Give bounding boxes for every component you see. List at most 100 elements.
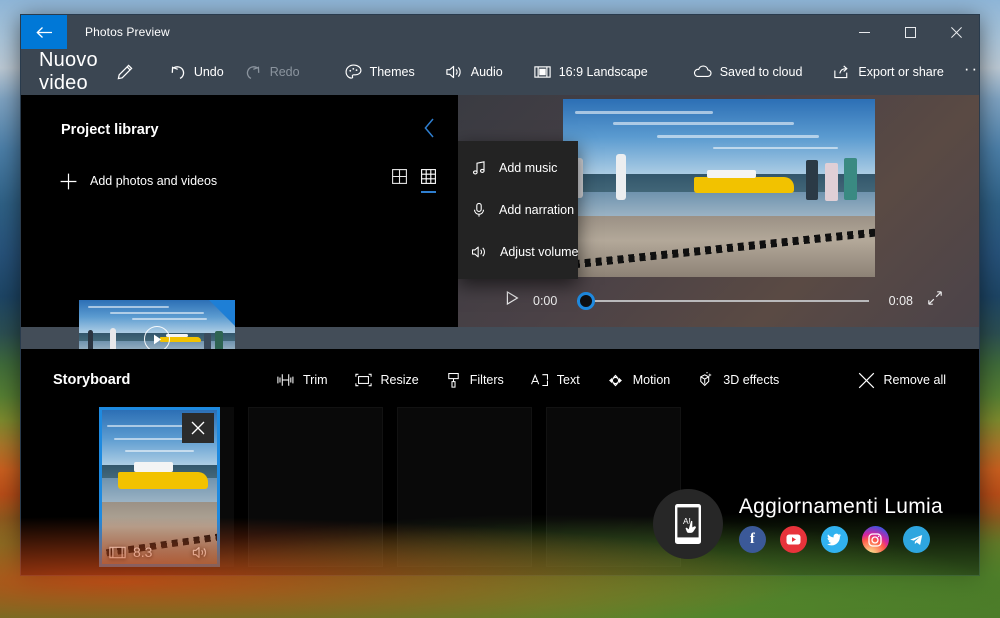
- upper-section: Project library Add ph: [21, 95, 979, 327]
- grid-small-icon[interactable]: [421, 169, 436, 193]
- storyboard-clip-slot: 8.3: [99, 407, 234, 567]
- grid-large-icon[interactable]: [392, 169, 407, 193]
- redo-label: Redo: [270, 65, 300, 79]
- view-mode-group: [392, 169, 436, 193]
- lumia-logo-icon: AL: [653, 489, 723, 559]
- speaker-icon: [445, 63, 464, 81]
- filters-icon: [445, 372, 462, 389]
- aspect-ratio-label: 16:9 Landscape: [559, 65, 648, 79]
- themes-label: Themes: [370, 65, 415, 79]
- storyboard-header: Storyboard Trim: [21, 357, 979, 403]
- menu-item-adjust-volume-label: Adjust volume: [500, 245, 579, 259]
- text-button[interactable]: Text: [519, 364, 591, 396]
- cube-sparkle-icon: [696, 371, 715, 389]
- seek-track: [577, 300, 869, 302]
- export-share-button[interactable]: Export or share: [822, 55, 953, 89]
- landscape-frame-icon: [533, 63, 552, 81]
- video-frame-icon: [109, 546, 126, 559]
- audio-button[interactable]: Audio: [435, 55, 513, 89]
- project-library-panel: Project library Add ph: [21, 95, 458, 327]
- clip-duration-label: 8.3: [133, 544, 152, 560]
- preview-video-frame[interactable]: [563, 99, 875, 277]
- remove-clip-button[interactable]: [182, 413, 214, 443]
- save-state-label: Saved to cloud: [720, 65, 803, 79]
- storyboard-empty-slot[interactable]: [248, 407, 383, 567]
- trim-icon: [276, 372, 295, 388]
- back-button[interactable]: [21, 15, 67, 49]
- menu-item-add-narration[interactable]: Add narration: [458, 189, 578, 231]
- save-state-button[interactable]: Saved to cloud: [682, 55, 813, 89]
- motion-label: Motion: [633, 373, 671, 387]
- library-header: Project library: [21, 117, 458, 143]
- total-time-label: 0:08: [883, 294, 913, 308]
- speaker-icon[interactable]: [192, 545, 210, 560]
- seek-thumb[interactable]: [577, 292, 595, 310]
- redo-icon: [244, 63, 263, 82]
- filters-button[interactable]: Filters: [434, 364, 515, 396]
- redo-button[interactable]: Redo: [234, 55, 310, 89]
- storyboard-tools: Trim Resize: [265, 364, 790, 396]
- window-controls: [841, 15, 979, 49]
- filters-label: Filters: [470, 373, 504, 387]
- storyboard-panel: Storyboard Trim: [21, 349, 979, 575]
- add-photos-videos-button[interactable]: Add photos and videos: [59, 172, 217, 191]
- youtube-icon[interactable]: [780, 526, 807, 553]
- facebook-icon[interactable]: f: [739, 526, 766, 553]
- minimize-button[interactable]: [841, 15, 887, 49]
- trim-button[interactable]: Trim: [265, 364, 339, 396]
- twitter-icon[interactable]: [821, 526, 848, 553]
- current-time-label: 0:00: [533, 294, 563, 308]
- trim-label: Trim: [303, 373, 328, 387]
- maximize-button[interactable]: [887, 15, 933, 49]
- audio-dropdown-menu[interactable]: Add music Add narration: [458, 141, 578, 279]
- storyboard-clip[interactable]: 8.3: [99, 407, 220, 567]
- project-title[interactable]: Nuovo video: [39, 49, 98, 95]
- instagram-icon[interactable]: [862, 526, 889, 553]
- app-title: Photos Preview: [67, 15, 841, 49]
- rename-project-button[interactable]: [108, 55, 142, 89]
- add-photos-videos-label: Add photos and videos: [90, 174, 217, 188]
- social-links: f: [739, 526, 943, 553]
- overflow-menu-button[interactable]: ···: [954, 59, 980, 85]
- text-icon: [530, 372, 549, 388]
- preview-scene: [563, 99, 875, 277]
- motion-icon: [606, 372, 625, 389]
- expand-icon[interactable]: [927, 290, 943, 311]
- library-title: Project library: [61, 122, 423, 138]
- microphone-icon: [471, 202, 487, 218]
- menu-item-add-music[interactable]: Add music: [458, 147, 578, 189]
- close-button[interactable]: [933, 15, 979, 49]
- palette-icon: [344, 63, 363, 82]
- preview-controls: 0:00 0:08: [458, 290, 979, 311]
- aspect-ratio-button[interactable]: 16:9 Landscape: [523, 55, 658, 89]
- photos-app-window: Photos Preview Nuovo video: [20, 14, 980, 576]
- editor-toolbar: Nuovo video Undo: [21, 49, 979, 95]
- resize-label: Resize: [381, 373, 419, 387]
- channel-name: Aggiornamenti Lumia: [739, 495, 943, 519]
- three-d-effects-button[interactable]: 3D effects: [685, 364, 790, 396]
- storyboard-title: Storyboard: [53, 372, 265, 388]
- collapse-library-button[interactable]: [423, 117, 436, 143]
- plus-icon: [59, 172, 78, 191]
- resize-button[interactable]: Resize: [343, 364, 430, 396]
- undo-label: Undo: [194, 65, 224, 79]
- clip-footer: 8.3: [102, 544, 217, 560]
- text-label: Text: [557, 373, 580, 387]
- undo-button[interactable]: Undo: [158, 55, 234, 89]
- menu-item-add-narration-label: Add narration: [499, 203, 574, 217]
- title-bar: Photos Preview: [21, 15, 979, 49]
- motion-button[interactable]: Motion: [595, 364, 682, 396]
- resize-icon: [354, 372, 373, 388]
- three-d-effects-label: 3D effects: [723, 373, 779, 387]
- share-icon: [832, 63, 851, 81]
- selection-corner-indicator: [209, 300, 235, 326]
- menu-item-adjust-volume[interactable]: Adjust volume: [458, 231, 578, 273]
- storyboard-empty-slot[interactable]: [397, 407, 532, 567]
- play-icon[interactable]: [506, 291, 519, 310]
- menu-item-add-music-label: Add music: [499, 161, 557, 175]
- themes-button[interactable]: Themes: [334, 55, 425, 89]
- watermark-content: Aggiornamenti Lumia f: [739, 495, 943, 553]
- seek-slider[interactable]: [577, 292, 869, 310]
- telegram-icon[interactable]: [903, 526, 930, 553]
- remove-all-button[interactable]: Remove all: [847, 364, 957, 396]
